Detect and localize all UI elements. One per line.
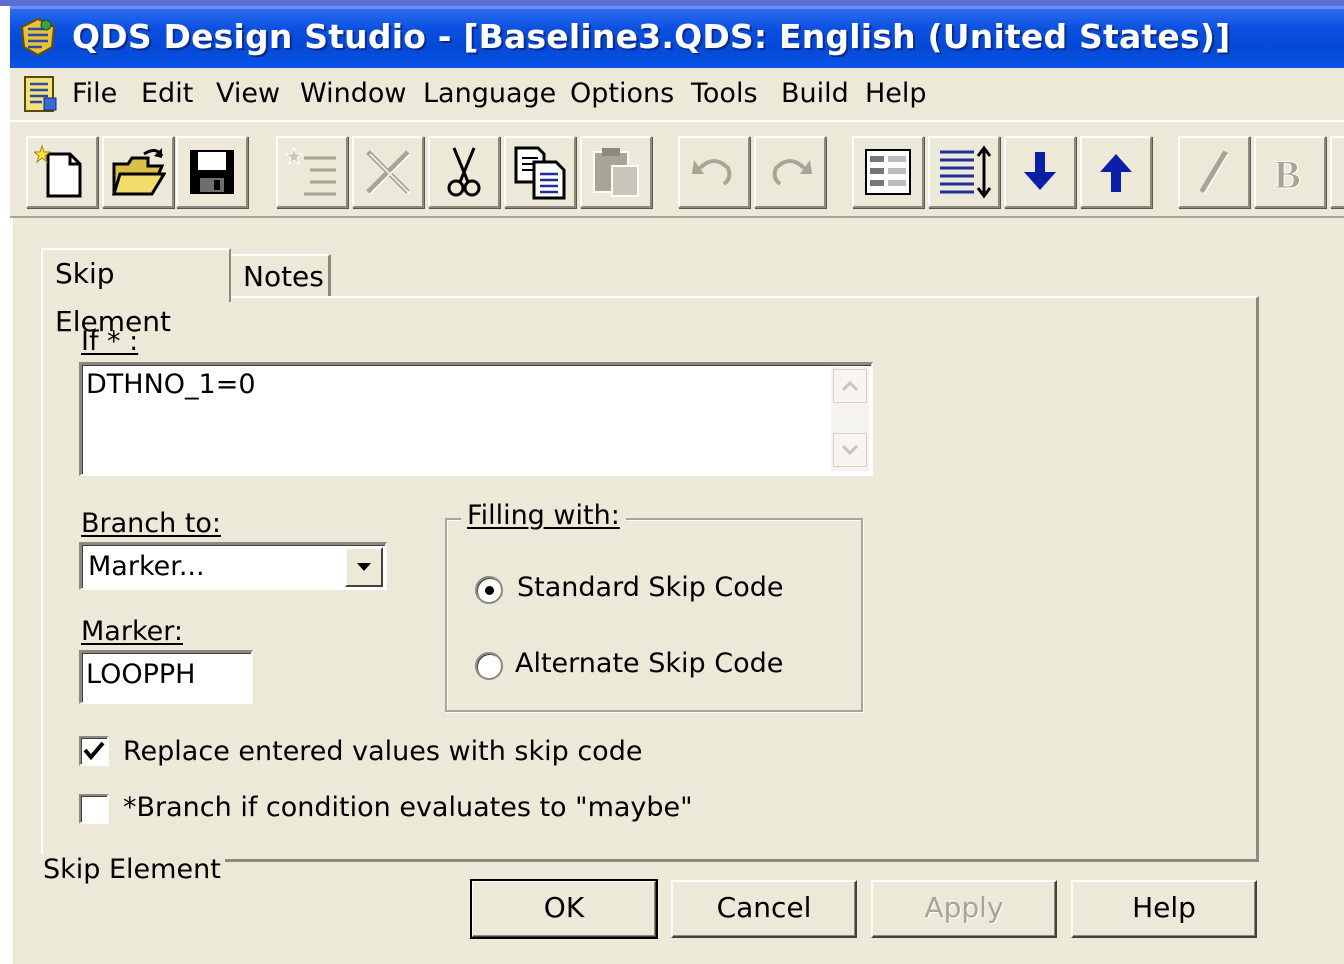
copy-button[interactable] <box>504 136 576 208</box>
branch-to-label: Branch to: <box>81 508 222 539</box>
open-folder-icon <box>111 148 166 196</box>
menu-window[interactable]: Window <box>300 76 406 112</box>
scroll-up-arrow[interactable] <box>833 369 867 403</box>
standard-skip-code-label[interactable]: Standard Skip Code <box>517 572 784 604</box>
alternate-skip-code-radio[interactable] <box>475 652 503 680</box>
move-up-icon <box>1100 154 1132 192</box>
menu-build[interactable]: Build <box>781 76 849 112</box>
standard-skip-code-radio[interactable] <box>475 576 503 604</box>
menu-language[interactable]: Language <box>423 76 556 112</box>
apply-button[interactable]: Apply <box>871 880 1057 938</box>
undo-button[interactable] <box>678 136 750 208</box>
menu-bar: File Edit View Window Language Options T… <box>10 68 1344 120</box>
chevron-up-icon <box>841 380 859 392</box>
italic-button[interactable] <box>1178 136 1250 208</box>
radio-selected-dot <box>485 586 494 595</box>
menu-edit[interactable]: Edit <box>141 76 193 112</box>
save-disk-icon <box>190 150 234 194</box>
application-window: QDS Design Studio - [Baseline3.QDS: Engl… <box>10 6 1344 964</box>
new-document-icon <box>34 144 82 198</box>
ok-button[interactable]: OK <box>470 879 658 939</box>
tab-panel: If * : DTHNO_1=0 Branch to: Marker... <box>41 296 1259 862</box>
scroll-down-arrow[interactable] <box>833 433 867 467</box>
italic-icon <box>1199 150 1229 195</box>
window-title: QDS Design Studio - [Baseline3.QDS: Engl… <box>72 17 1231 56</box>
document-menu-icon[interactable] <box>22 74 60 114</box>
save-button[interactable] <box>176 136 248 208</box>
replace-values-checkbox[interactable] <box>79 736 109 766</box>
filling-with-label: Filling with: <box>461 500 626 532</box>
toolbar-overflow-button[interactable] <box>1330 136 1344 208</box>
marker-value: LOOPPH <box>86 659 196 690</box>
tab-skip-element[interactable]: Skip Element <box>41 248 231 338</box>
branch-maybe-checkbox[interactable] <box>79 794 109 824</box>
insert-element-button[interactable] <box>276 136 348 208</box>
form-view-icon <box>865 149 911 195</box>
new-button[interactable] <box>26 136 98 208</box>
form-view-button[interactable] <box>852 136 924 208</box>
cut-button[interactable] <box>428 136 500 208</box>
branch-to-select[interactable]: Marker... <box>79 542 387 590</box>
branch-to-value: Marker... <box>88 551 205 582</box>
svg-text:B: B <box>1274 152 1301 197</box>
alternate-skip-code-label[interactable]: Alternate Skip Code <box>515 648 783 680</box>
copy-icon <box>514 146 566 200</box>
chevron-down-icon <box>841 444 859 456</box>
replace-values-label[interactable]: Replace entered values with skip code <box>123 736 642 768</box>
tab-notes[interactable]: Notes <box>231 254 331 298</box>
cancel-button[interactable]: Cancel <box>671 880 857 938</box>
app-icon <box>18 17 58 57</box>
toolbar: B <box>10 120 1344 218</box>
undo-icon <box>692 159 732 186</box>
if-condition-value: DTHNO_1=0 <box>86 369 256 400</box>
insert-element-icon <box>284 146 336 196</box>
move-down-button[interactable] <box>1004 136 1076 208</box>
delete-icon <box>366 150 411 195</box>
move-up-button[interactable] <box>1080 136 1152 208</box>
if-condition-textarea[interactable]: DTHNO_1=0 <box>79 362 873 476</box>
dropdown-arrow-icon <box>357 563 371 571</box>
open-button[interactable] <box>102 136 174 208</box>
skip-element-dialog: Skip Element Notes If * : DTHNO_1=0 Bran… <box>10 218 1344 964</box>
menu-options[interactable]: Options <box>570 76 674 112</box>
menu-file[interactable]: File <box>72 76 117 112</box>
filling-with-group: Filling with: Standard Skip Code Alterna… <box>445 500 863 712</box>
move-down-icon <box>1024 152 1056 190</box>
redo-button[interactable] <box>754 136 826 208</box>
marker-label: Marker: <box>81 616 183 647</box>
cut-icon <box>447 147 481 197</box>
help-button[interactable]: Help <box>1071 880 1257 938</box>
title-bar[interactable]: QDS Design Studio - [Baseline3.QDS: Engl… <box>10 6 1344 68</box>
branch-dropdown-button[interactable] <box>345 547 383 587</box>
marker-input[interactable]: LOOPPH <box>79 650 253 704</box>
menu-tools[interactable]: Tools <box>691 76 758 112</box>
checkmark-icon <box>83 741 105 761</box>
if-scrollbar[interactable] <box>831 367 869 471</box>
outline-view-button[interactable] <box>928 136 1000 208</box>
delete-button[interactable] <box>352 136 424 208</box>
paste-button[interactable] <box>580 136 652 208</box>
paste-icon <box>593 148 639 197</box>
branch-maybe-label[interactable]: *Branch if condition evaluates to "maybe… <box>123 792 693 824</box>
outline-view-icon <box>940 145 992 199</box>
redo-icon <box>772 159 812 186</box>
bold-icon: B <box>1274 152 1302 198</box>
menu-view[interactable]: View <box>216 76 280 112</box>
menu-help[interactable]: Help <box>865 76 927 112</box>
bold-button[interactable]: B <box>1254 136 1326 208</box>
footer-caption: Skip Element <box>39 854 225 886</box>
